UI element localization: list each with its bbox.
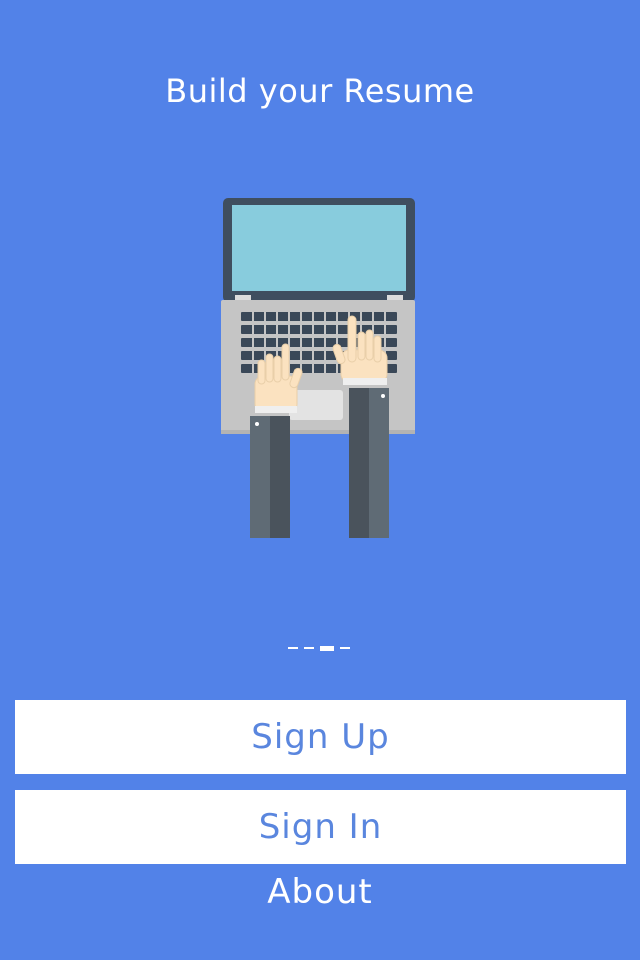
page-dot[interactable] bbox=[288, 647, 298, 649]
page-dot[interactable] bbox=[340, 647, 350, 649]
sign-up-button[interactable]: Sign Up bbox=[15, 700, 626, 774]
page-dot-active[interactable] bbox=[320, 645, 334, 651]
page-title: Build your Resume bbox=[165, 72, 475, 110]
laptop-typing-illustration bbox=[205, 190, 435, 550]
page-indicator[interactable] bbox=[288, 640, 368, 656]
sign-in-button[interactable]: Sign In bbox=[15, 790, 626, 864]
about-link[interactable]: About bbox=[0, 872, 640, 912]
page-dot[interactable] bbox=[304, 647, 314, 649]
